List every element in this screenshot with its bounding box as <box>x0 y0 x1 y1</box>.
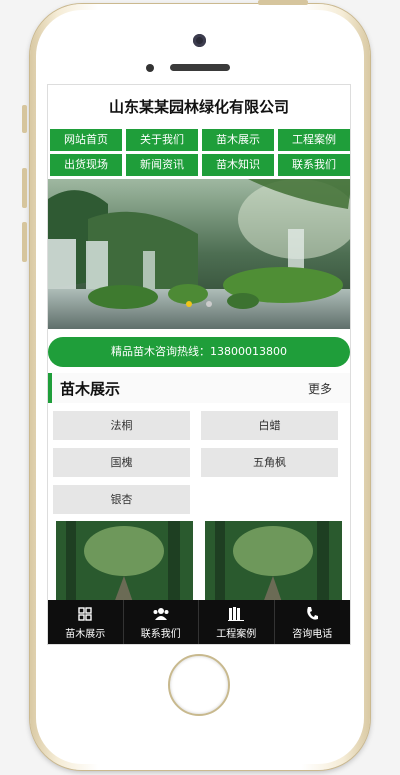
tag-yinxing[interactable]: 银杏 <box>53 485 190 514</box>
section-header: 苗木展示 更多 <box>48 373 350 403</box>
mute-switch <box>22 105 27 133</box>
main-nav: 网站首页 关于我们 苗木展示 工程案例 出货现场 新闻资讯 苗木知识 联系我们 <box>48 129 350 176</box>
proximity-sensor <box>146 64 154 72</box>
slider-dot-1[interactable] <box>186 301 193 307</box>
bottom-tab-label: 联系我们 <box>140 628 181 640</box>
product-photo[interactable] <box>205 521 342 611</box>
slider-dots <box>48 292 350 311</box>
bottom-tab-contact[interactable]: 联系我们 <box>124 600 199 644</box>
bottom-tab-bar: 苗木展示 联系我们 工程案例 咨询电话 <box>48 600 350 644</box>
nav-item-about[interactable]: 关于我们 <box>126 129 198 151</box>
bottom-tab-projects[interactable]: 工程案例 <box>199 600 275 644</box>
home-button[interactable] <box>168 654 230 716</box>
volume-down-button <box>22 222 27 262</box>
tag-fatong[interactable]: 法桐 <box>53 411 190 440</box>
nav-item-knowledge[interactable]: 苗木知识 <box>202 154 274 176</box>
banner-slider[interactable] <box>48 179 350 329</box>
phone-screen: 山东某某园林绿化有限公司 网站首页 关于我们 苗木展示 工程案例 出货现场 新闻… <box>47 84 351 645</box>
power-button <box>258 0 308 5</box>
tag-guohuai[interactable]: 国槐 <box>53 448 190 477</box>
site-title: 山东某某园林绿化有限公司 <box>108 98 289 116</box>
nav-item-home[interactable]: 网站首页 <box>50 129 122 151</box>
volume-up-button <box>22 168 27 208</box>
forest-image <box>56 521 193 611</box>
section-title: 苗木展示 <box>60 379 121 398</box>
tag-wujiaofeng[interactable]: 五角枫 <box>201 448 338 477</box>
nav-item-news[interactable]: 新闻资讯 <box>126 154 198 176</box>
nav-item-shipping[interactable]: 出货现场 <box>50 154 122 176</box>
books-icon <box>228 605 245 623</box>
product-photo[interactable] <box>56 521 193 611</box>
category-tags: 法桐 白蜡 国槐 五角枫 银杏 <box>48 403 350 514</box>
more-link[interactable]: 更多 <box>308 380 332 397</box>
nav-item-contact[interactable]: 联系我们 <box>278 154 350 176</box>
nav-item-seedlings[interactable]: 苗木展示 <box>202 129 274 151</box>
forest-image <box>205 521 342 611</box>
slider-dot-2[interactable] <box>205 301 212 307</box>
nav-item-projects[interactable]: 工程案例 <box>278 129 350 151</box>
bottom-tab-label: 咨询电话 <box>292 628 333 640</box>
bottom-tab-label: 工程案例 <box>216 628 257 640</box>
product-photos <box>48 514 350 611</box>
bottom-tab-phone[interactable]: 咨询电话 <box>275 600 351 644</box>
bottom-tab-label: 苗木展示 <box>65 628 106 640</box>
front-camera <box>193 34 206 47</box>
phone-icon <box>305 605 319 623</box>
bottom-tab-seedlings[interactable]: 苗木展示 <box>48 600 124 644</box>
hotline-bar[interactable]: 精品苗木咨询热线：13800013800 <box>48 337 350 367</box>
tag-bailao[interactable]: 白蜡 <box>201 411 338 440</box>
earpiece-speaker <box>170 64 230 71</box>
users-icon <box>152 605 170 623</box>
grid-icon <box>78 605 92 623</box>
